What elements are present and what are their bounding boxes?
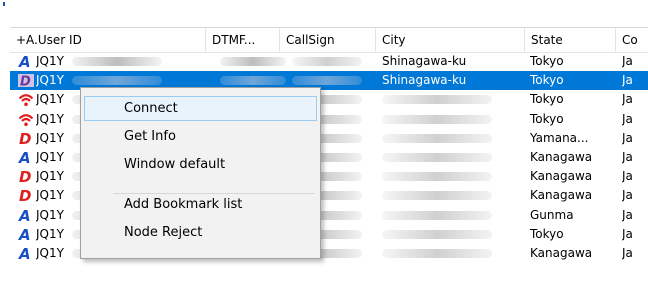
redacted-text (382, 115, 492, 124)
cell-country: Ja (622, 131, 633, 145)
cell-state: Kanagawa (530, 188, 593, 202)
redacted-text (292, 76, 362, 85)
cell-country: Ja (622, 246, 633, 260)
cell-country: Ja (622, 112, 633, 126)
redacted-text (382, 95, 492, 104)
cell-country: Ja (622, 150, 633, 164)
column-header-user-id[interactable]: +A.User ID (10, 28, 206, 52)
cell-country: Ja (622, 54, 633, 68)
column-header-state[interactable]: State (525, 28, 616, 52)
svg-text:D: D (19, 169, 31, 184)
wifi-red-icon (18, 92, 34, 107)
redacted-text (382, 191, 492, 200)
cell-state: Kanagawa (530, 150, 593, 164)
blue-a-icon: A (18, 53, 34, 71)
menu-item-node-reject[interactable]: Node Reject (84, 220, 317, 245)
red-d-icon: D (18, 187, 34, 205)
red-d-icon: D (18, 130, 34, 148)
redacted-text (72, 76, 162, 85)
redacted-text (382, 230, 492, 239)
cell-state: Tokyo (530, 92, 564, 106)
wifi-red-icon (18, 112, 34, 127)
redacted-text (220, 57, 286, 66)
list-header: +A.User ID DTMF... CallSign City State C… (10, 27, 648, 53)
menu-item-get-info[interactable]: Get Info (84, 124, 317, 149)
redacted-text (292, 57, 362, 66)
window-edge (0, 0, 3, 307)
cell-state: Tokyo (530, 112, 564, 126)
menu-item-add-bookmark[interactable]: Add Bookmark list (84, 192, 317, 217)
redacted-text (382, 249, 492, 258)
cell-state: Yamana... (530, 131, 589, 145)
purple-d-icon: D (18, 73, 34, 90)
blue-a-icon: A (18, 245, 34, 263)
cell-state: Tokyo (530, 54, 564, 68)
column-header-callsign[interactable]: CallSign (280, 28, 376, 52)
cell-country: Ja (622, 227, 633, 241)
cell-state: Gunma (530, 208, 574, 222)
svg-text:D: D (20, 75, 31, 89)
table-row[interactable]: A JQ1Y Shinagawa-ku Tokyo Ja (10, 52, 648, 71)
menu-item-window-default[interactable]: Window default (84, 152, 317, 177)
cell-country: Ja (622, 188, 633, 202)
svg-text:D: D (19, 131, 31, 146)
cell-state: Tokyo (530, 227, 564, 241)
redacted-text (382, 134, 492, 143)
svg-text:A: A (18, 227, 31, 242)
column-header-city[interactable]: City (376, 28, 525, 52)
cell-country: Ja (622, 169, 633, 183)
svg-text:A: A (18, 208, 31, 223)
redacted-text (382, 172, 492, 181)
blue-a-icon: A (18, 149, 34, 167)
cell-city: Shinagawa-ku (382, 54, 467, 68)
cell-city: Shinagawa-ku (382, 73, 467, 87)
cell-state: Kanagawa (530, 169, 593, 183)
blue-a-icon: A (18, 226, 34, 244)
context-menu: Connect Get Info Window default Add Book… (80, 87, 321, 259)
svg-text:A: A (18, 54, 31, 69)
cell-country: Ja (622, 92, 633, 106)
svg-text:A: A (18, 150, 31, 165)
cell-state: Tokyo (530, 73, 564, 87)
redacted-text (72, 57, 162, 66)
menu-item-connect[interactable]: Connect (84, 96, 317, 121)
red-d-icon: D (18, 168, 34, 186)
column-header-dtmf[interactable]: DTMF... (206, 28, 280, 52)
cell-country: Ja (622, 208, 633, 222)
column-header-country[interactable]: Co (616, 28, 648, 52)
cell-state: Kanagawa (530, 246, 593, 260)
window-corner-mark (3, 2, 5, 6)
cell-country: Ja (622, 73, 633, 87)
redacted-text (220, 76, 286, 85)
redacted-text (382, 211, 492, 220)
svg-text:A: A (18, 246, 31, 261)
svg-text:D: D (19, 188, 31, 203)
redacted-text (382, 153, 492, 162)
blue-a-icon: A (18, 207, 34, 225)
